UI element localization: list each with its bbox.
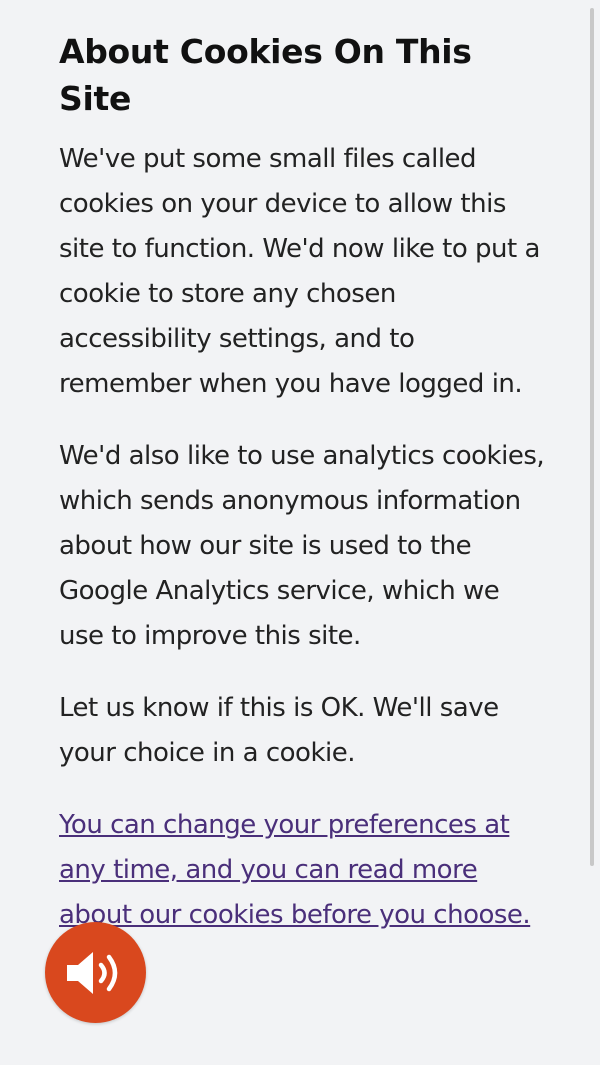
consent-paragraph: Let us know if this is OK. We'll save yo… — [59, 693, 499, 768]
speaker-icon — [66, 951, 117, 994]
cookie-dialog-content: About Cookies On This Site We've put som… — [59, 28, 545, 938]
read-aloud-button[interactable] — [45, 922, 146, 1023]
cookie-preferences-link[interactable]: You can change your preferences at any t… — [59, 803, 545, 938]
cookie-dialog: About Cookies On This Site We've put som… — [0, 0, 600, 1065]
analytics-paragraph: We'd also like to use analytics cookies,… — [59, 441, 545, 651]
cookie-intro-paragraph: We've put some small files called cookie… — [59, 144, 540, 399]
scrollbar[interactable] — [590, 8, 594, 866]
dialog-title: About Cookies On This Site — [59, 32, 472, 118]
